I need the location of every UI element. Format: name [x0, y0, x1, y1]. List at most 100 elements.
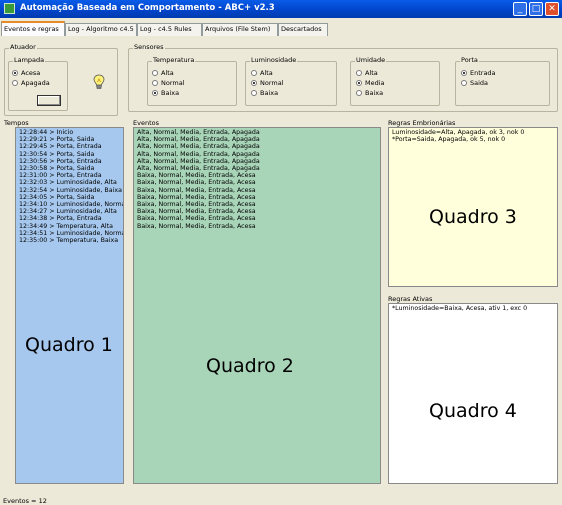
- lampada-legend: Lampada: [13, 56, 46, 64]
- list-item: 12:30:58 > Porta, Saida: [19, 165, 95, 173]
- radio-label: Baixa: [260, 89, 279, 97]
- maximize-button[interactable]: □: [529, 2, 543, 16]
- radio-label: Normal: [260, 79, 284, 87]
- quadro-3-label: Quadro 3: [429, 206, 517, 228]
- radio-button[interactable]: [356, 90, 362, 96]
- radio-luminosidade-alta[interactable]: Alta: [251, 69, 273, 77]
- radio-porta-entrada[interactable]: Entrada: [461, 69, 496, 77]
- minimize-button[interactable]: _: [513, 2, 527, 16]
- tab-descartados[interactable]: Descartados: [278, 23, 328, 36]
- luminosidade-legend: Luminosidade: [250, 56, 298, 64]
- close-button[interactable]: ✕: [545, 2, 559, 16]
- regras-ativas-lines: *Luminosidade=Baixa, Acesa, ativ 1, exc …: [389, 304, 557, 313]
- radio-lampada-apagada[interactable]: Apagada: [12, 79, 50, 87]
- radio-button[interactable]: [12, 70, 18, 76]
- list-item: Baixa, Normal, Media, Entrada, Acesa: [137, 186, 256, 194]
- radio-button[interactable]: [461, 80, 467, 86]
- radio-umidade-alta[interactable]: Alta: [356, 69, 378, 77]
- list-item: 12:32:03 > Luminosidade, Alta: [19, 179, 117, 187]
- quadro-4-label: Quadro 4: [429, 400, 517, 422]
- radio-button[interactable]: [251, 70, 257, 76]
- list-item: 12:34:05 > Porta, Saida: [19, 193, 95, 201]
- list-item: 12:34:10 > Luminosidade, Normal: [19, 201, 124, 209]
- radio-temperatura-normal[interactable]: Normal: [152, 79, 185, 87]
- radio-button[interactable]: [152, 90, 158, 96]
- radio-button[interactable]: [251, 80, 257, 86]
- regras-embrionarias-label: Regras Embrionárias: [388, 119, 456, 127]
- list-item: Alta, Normal, Media, Entrada, Apagada: [137, 143, 260, 151]
- tab-bar: Eventos e regras Log - Algoritmo c4.5 Lo…: [0, 21, 562, 36]
- regras-embrionarias-list[interactable]: Luminosidade=Alta, Apagada, ok 3, nok 0 *…: [388, 127, 558, 287]
- title-bar: Automação Baseada em Comportamento - ABC…: [0, 0, 562, 18]
- app-icon: [4, 3, 15, 14]
- list-item: 12:31:00 > Porta, Entrada: [19, 172, 102, 180]
- tab-log-algoritmo[interactable]: Log - Algoritmo c4.5: [65, 23, 137, 36]
- lamp-toggle-button[interactable]: [37, 95, 61, 106]
- tempos-list[interactable]: 12:28:44 > Inicio 12:29:21 > Porta, Saida…: [15, 127, 124, 484]
- tab-log-rules[interactable]: Log - c4.5 Rules: [137, 23, 202, 36]
- list-item: Baixa, Normal, Media, Entrada, Acesa: [137, 215, 256, 223]
- eventos-lines: Alta, Normal, Media, Entrada, Apagada Alt…: [134, 128, 380, 231]
- radio-umidade-media[interactable]: Media: [356, 79, 385, 87]
- radio-luminosidade-baixa[interactable]: Baixa: [251, 89, 278, 97]
- list-item: Alta, Normal, Media, Entrada, Apagada: [137, 165, 260, 173]
- regras-embrionarias-lines: Luminosidade=Alta, Apagada, ok 3, nok 0 *…: [389, 128, 557, 144]
- tab-arquivos[interactable]: Arquivos (File Stem): [202, 23, 278, 36]
- radio-label: Baixa: [161, 89, 180, 97]
- tempos-lines: 12:28:44 > Inicio 12:29:21 > Porta, Saida…: [16, 128, 123, 245]
- radio-luminosidade-normal[interactable]: Normal: [251, 79, 284, 87]
- list-item: 12:34:27 > Luminosidade, Alta: [19, 208, 117, 216]
- list-item: 12:32:54 > Luminosidade, Baixa: [19, 186, 122, 194]
- radio-temperatura-baixa[interactable]: Baixa: [152, 89, 179, 97]
- radio-umidade-baixa[interactable]: Baixa: [356, 89, 383, 97]
- eventos-list[interactable]: Alta, Normal, Media, Entrada, Apagada Alt…: [133, 127, 381, 484]
- radio-button[interactable]: [356, 70, 362, 76]
- list-item: Baixa, Normal, Media, Entrada, Acesa: [137, 193, 256, 201]
- list-item: *Luminosidade=Baixa, Acesa, ativ 1, exc …: [392, 305, 528, 312]
- list-item: Baixa, Normal, Media, Entrada, Acesa: [137, 172, 256, 180]
- radio-label: Alta: [260, 69, 273, 77]
- list-item: Baixa, Normal, Media, Entrada, Acesa: [137, 222, 256, 230]
- radio-label: Alta: [365, 69, 378, 77]
- radio-button[interactable]: [152, 70, 158, 76]
- list-item: 12:28:44 > Inicio: [19, 129, 74, 136]
- radio-temperatura-alta[interactable]: Alta: [152, 69, 174, 77]
- list-item: Alta, Normal, Media, Entrada, Apagada: [137, 150, 260, 158]
- list-item: 12:30:54 > Porta, Saida: [19, 150, 95, 158]
- regras-ativas-label: Regras Ativas: [388, 295, 433, 303]
- list-item: 12:30:56 > Porta, Entrada: [19, 157, 102, 165]
- radio-label: Acesa: [21, 69, 41, 77]
- list-item: Baixa, Normal, Media, Entrada, Acesa: [137, 179, 256, 187]
- list-item: 12:34:49 > Temperatura, Alta: [19, 222, 113, 230]
- tempos-label: Tempos: [4, 119, 29, 127]
- radio-button[interactable]: [251, 90, 257, 96]
- list-item: *Porta=Saida, Apagada, ok 5, nok 0: [392, 136, 506, 144]
- status-bar: Eventos = 12: [3, 497, 47, 505]
- atuador-legend: Atuador: [9, 43, 37, 51]
- radio-button[interactable]: [152, 80, 158, 86]
- radio-label: Alta: [161, 69, 174, 77]
- sensores-legend: Sensores: [133, 43, 165, 51]
- radio-porta-saida[interactable]: Saida: [461, 79, 488, 87]
- list-item: Baixa, Normal, Media, Entrada, Acesa: [137, 201, 256, 209]
- umidade-legend: Umidade: [355, 56, 387, 64]
- radio-button[interactable]: [461, 70, 467, 76]
- list-item: Alta, Normal, Media, Entrada, Apagada: [137, 129, 260, 136]
- quadro-1-label: Quadro 1: [25, 334, 113, 356]
- radio-lampada-acesa[interactable]: Acesa: [12, 69, 40, 77]
- temperatura-legend: Temperatura: [152, 56, 196, 64]
- radio-label: Normal: [161, 79, 185, 87]
- tab-eventos-e-regras[interactable]: Eventos e regras: [1, 21, 65, 36]
- radio-button[interactable]: [12, 80, 18, 86]
- radio-label: Saida: [470, 79, 489, 87]
- list-item: Alta, Normal, Media, Entrada, Apagada: [137, 136, 260, 144]
- list-item: Alta, Normal, Media, Entrada, Apagada: [137, 157, 260, 165]
- regras-ativas-list[interactable]: *Luminosidade=Baixa, Acesa, ativ 1, exc …: [388, 303, 558, 484]
- radio-label: Entrada: [470, 69, 496, 77]
- eventos-label: Eventos: [133, 119, 159, 127]
- light-bulb-icon: [93, 74, 105, 89]
- window-title: Automação Baseada em Comportamento - ABC…: [20, 3, 275, 13]
- list-item: 12:34:51 > Luminosidade, Normal: [19, 229, 124, 237]
- radio-button[interactable]: [356, 80, 362, 86]
- quadro-2-label: Quadro 2: [206, 355, 294, 377]
